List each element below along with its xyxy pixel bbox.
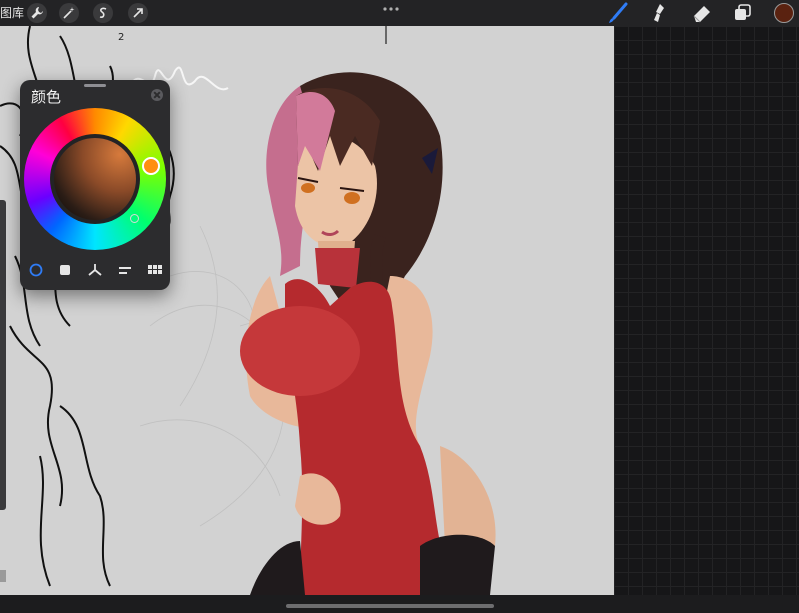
hue-knob[interactable] — [142, 157, 160, 175]
color-mode-tabs — [20, 260, 170, 282]
hue-ring[interactable] — [24, 108, 166, 250]
smudge-icon[interactable] — [648, 2, 672, 24]
handwritten-mark: 2 — [118, 32, 124, 43]
brush-size-slider[interactable] — [0, 200, 6, 582]
value-mode-icon[interactable] — [115, 260, 135, 280]
layers-icon[interactable] — [731, 2, 755, 24]
panel-title: 颜色 — [31, 88, 62, 106]
home-indicator[interactable] — [286, 604, 494, 608]
classic-mode-icon[interactable] — [55, 260, 75, 280]
saturation-knob[interactable] — [130, 214, 139, 223]
brush-icon[interactable] — [606, 2, 630, 24]
current-color-swatch[interactable] — [774, 3, 794, 23]
saturation-brightness-disc[interactable] — [54, 138, 139, 223]
close-icon[interactable] — [151, 89, 163, 101]
disc-mode-icon[interactable] — [26, 260, 46, 280]
wrench-icon[interactable] — [27, 3, 47, 23]
eraser-icon[interactable] — [690, 2, 714, 24]
brush-size-knob[interactable] — [0, 570, 6, 582]
canvas-backdrop-grid — [614, 26, 799, 595]
gallery-button[interactable]: 图库 — [0, 4, 24, 21]
top-toolbar: 图库 — [0, 0, 799, 26]
harmony-mode-icon[interactable] — [85, 260, 105, 280]
wheel-inner — [50, 134, 140, 224]
magic-wand-icon[interactable] — [59, 3, 79, 23]
color-panel[interactable]: 颜色 — [20, 80, 170, 290]
selection-icon[interactable] — [93, 3, 113, 23]
more-dots-icon[interactable] — [382, 4, 400, 14]
palettes-mode-icon[interactable] — [145, 260, 165, 280]
transform-arrow-icon[interactable] — [128, 3, 148, 23]
panel-grab-handle[interactable] — [84, 84, 106, 87]
